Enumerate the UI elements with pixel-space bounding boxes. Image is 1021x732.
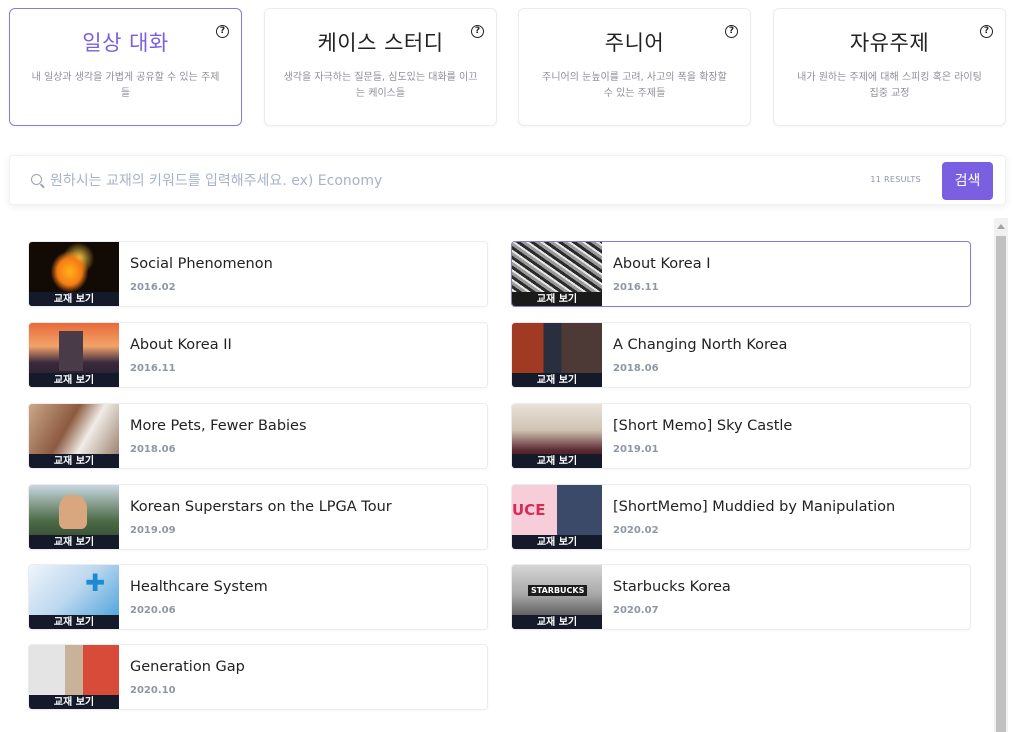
item-title: About Korea I [613,256,711,272]
view-material-caption[interactable]: 교재 보기 [29,535,119,549]
item-date: 2016.11 [613,282,659,293]
item-title: More Pets, Fewer Babies [130,418,307,434]
item-title: A Changing North Korea [613,337,788,353]
thumbnail-image: 교재 보기 [512,323,602,387]
item-date: 2019.09 [130,525,176,536]
category-card-free-topic[interactable]: 자유주제 내가 원하는 주제에 대해 스피킹 혹은 라이팅 집중 교정 ? [773,8,1006,126]
thumbnail-image: 교재 보기 [29,242,119,306]
category-card-daily-conversation[interactable]: 일상 대화 내 일상과 생각을 가볍게 공유할 수 있는 주제들 ? [9,8,242,126]
help-icon[interactable]: ? [725,25,738,38]
search-input[interactable] [50,168,810,194]
thumbnail-image: 교재 보기 [29,404,119,468]
list-item-sky-castle[interactable]: 교재 보기 [Short Memo] Sky Castle 2019.01 [511,403,971,469]
list-item-muddied-manipulation[interactable]: 교재 보기 [ShortMemo] Muddied by Manipulatio… [511,484,971,550]
category-card-junior[interactable]: 주니어 주니어의 눈높이를 고려, 사고의 폭을 확장할 수 있는 주제들 ? [518,8,751,126]
item-title: Starbucks Korea [613,579,731,595]
category-title: 주니어 [604,31,665,55]
view-material-caption[interactable]: 교재 보기 [29,373,119,387]
item-title: About Korea II [130,337,232,353]
help-icon[interactable]: ? [471,25,484,38]
list-item-about-korea-2[interactable]: 교재 보기 About Korea II 2016.11 [28,322,488,388]
item-title: [Short Memo] Sky Castle [613,418,793,434]
list-item-generation-gap[interactable]: 교재 보기 Generation Gap 2020.10 [28,644,488,710]
item-date: 2020.07 [613,605,659,616]
view-material-caption[interactable]: 교재 보기 [512,454,602,468]
category-title: 일상 대화 [82,31,169,55]
category-description: 생각을 자극하는 질문들, 심도있는 대화를 이끄는 케이스들 [283,72,478,99]
list-item-lpga[interactable]: 교재 보기 Korean Superstars on the LPGA Tour… [28,484,488,550]
list-item-pets-babies[interactable]: 교재 보기 More Pets, Fewer Babies 2018.06 [28,403,488,469]
category-description: 내가 원하는 주제에 대해 스피킹 혹은 라이팅 집중 교정 [797,72,982,99]
help-icon[interactable]: ? [216,25,229,38]
thumbnail-image: 교재 보기 [29,485,119,549]
view-material-caption[interactable]: 교재 보기 [512,373,602,387]
category-description: 주니어의 눈높이를 고려, 사고의 폭을 확장할 수 있는 주제들 [542,72,727,99]
thumbnail-image: 교재 보기 [512,565,602,629]
thumbnail-image: 교재 보기 [29,565,119,629]
list-item-about-korea-1[interactable]: 교재 보기 About Korea I 2016.11 [511,241,971,307]
item-title: Healthcare System [130,579,268,595]
thumbnail-image: 교재 보기 [29,323,119,387]
item-title: Generation Gap [130,659,245,675]
view-material-caption[interactable]: 교재 보기 [512,615,602,629]
item-date: 2019.01 [613,444,659,455]
help-icon[interactable]: ? [980,25,993,38]
category-description: 내 일상과 생각을 가볍게 공유할 수 있는 주제들 [31,72,220,99]
item-date: 2020.10 [130,685,176,696]
category-card-case-study[interactable]: 케이스 스터디 생각을 자극하는 질문들, 심도있는 대화를 이끄는 케이스들 … [264,8,497,126]
search-icon [31,174,42,185]
item-date: 2016.02 [130,282,176,293]
thumbnail-image: 교재 보기 [512,485,602,549]
scrollbar[interactable] [994,218,1008,732]
scroll-up-arrow-icon[interactable] [997,224,1005,229]
item-date: 2016.11 [130,363,176,374]
results-count: 11 RESULTS [870,175,921,184]
item-title: Social Phenomenon [130,256,273,272]
view-material-caption[interactable]: 교재 보기 [512,292,602,306]
item-date: 2018.06 [130,444,176,455]
search-button[interactable]: 검색 [942,162,993,200]
item-date: 2020.06 [130,605,176,616]
search-bar: 11 RESULTS 검색 [9,155,1006,205]
view-material-caption[interactable]: 교재 보기 [29,695,119,709]
item-date: 2018.06 [613,363,659,374]
category-title: 자유주제 [849,31,930,55]
view-material-caption[interactable]: 교재 보기 [512,535,602,549]
thumbnail-image: 교재 보기 [512,404,602,468]
view-material-caption[interactable]: 교재 보기 [29,292,119,306]
view-material-caption[interactable]: 교재 보기 [29,615,119,629]
item-title: [ShortMemo] Muddied by Manipulation [613,499,896,515]
thumbnail-image: 교재 보기 [512,242,602,306]
list-item-healthcare[interactable]: 교재 보기 Healthcare System 2020.06 [28,564,488,630]
list-item-social-phenomenon[interactable]: 교재 보기 Social Phenomenon 2016.02 [28,241,488,307]
item-date: 2020.02 [613,525,659,536]
list-item-starbucks-korea[interactable]: 교재 보기 Starbucks Korea 2020.07 [511,564,971,630]
category-title: 케이스 스터디 [317,31,444,55]
list-item-north-korea[interactable]: 교재 보기 A Changing North Korea 2018.06 [511,322,971,388]
view-material-caption[interactable]: 교재 보기 [29,454,119,468]
scrollbar-thumb[interactable] [996,236,1006,732]
thumbnail-image: 교재 보기 [29,645,119,709]
item-title: Korean Superstars on the LPGA Tour [130,499,392,515]
